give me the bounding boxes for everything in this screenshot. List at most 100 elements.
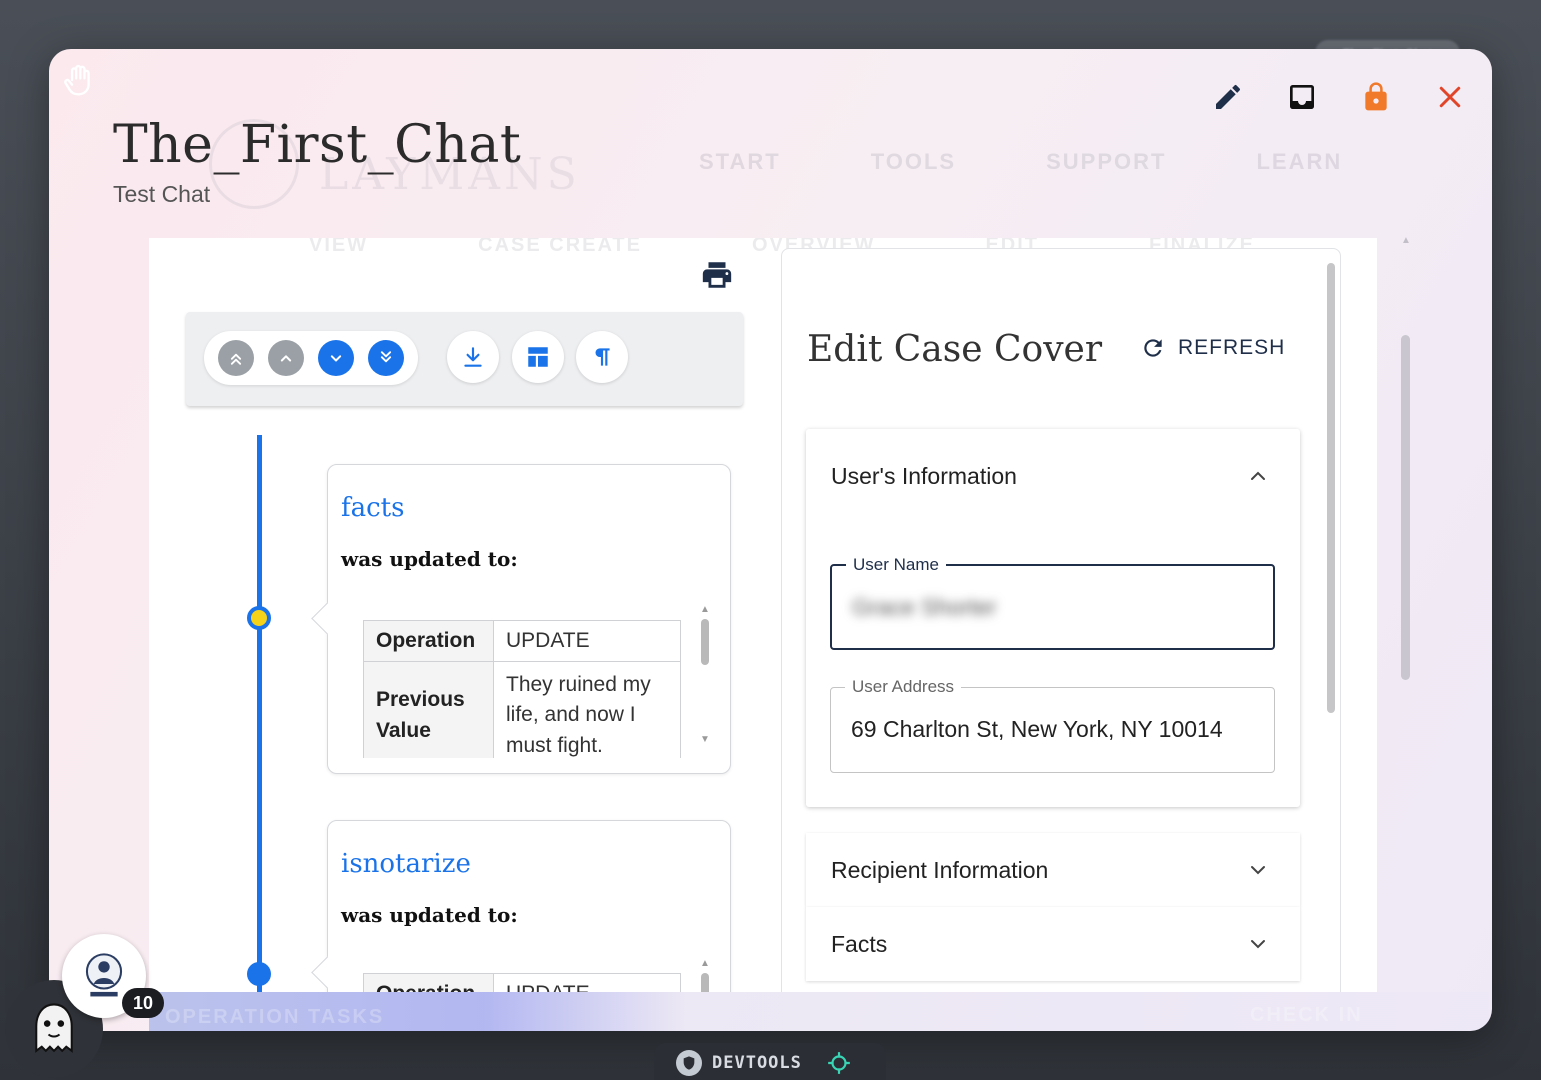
edit-case-cover-panel: Edit Case Cover REFRESH User's Informati…	[781, 248, 1341, 992]
layout-icon	[528, 347, 548, 367]
navigation-pill	[204, 331, 418, 385]
devtools-button[interactable]: DEVTOOLS	[654, 1043, 886, 1080]
table-row: Operation UPDATE	[363, 620, 681, 662]
inbox-icon	[1290, 85, 1314, 109]
scrollbar-thumb[interactable]	[1327, 263, 1335, 713]
jump-last-button[interactable]	[368, 340, 404, 376]
background-nav-item: START	[699, 149, 781, 174]
pilcrow-icon	[595, 348, 610, 366]
card-field-name: isnotarize	[341, 849, 471, 879]
card-table-viewport: Operation UPDATE	[363, 973, 681, 992]
timeline-card: isnotarize was updated to: Operation UPD…	[327, 820, 731, 992]
table-value: UPDATE	[493, 620, 681, 662]
field-label: User Address	[845, 677, 962, 697]
print-icon[interactable]	[699, 258, 735, 292]
scrollbar-thumb[interactable]	[701, 973, 709, 992]
scroll-up-icon[interactable]: ▲	[700, 959, 710, 969]
users-information-section: User's Information User Name Grace Short…	[806, 429, 1300, 807]
chevron-down-icon	[330, 355, 342, 362]
previous-button[interactable]	[268, 340, 304, 376]
background-tab-item: CASE CREATE	[478, 238, 642, 256]
shield-icon	[676, 1050, 702, 1076]
refresh-button[interactable]: REFRESH	[1140, 335, 1285, 361]
background-nav-item: TOOLS	[870, 149, 957, 174]
background-nav-item: LEARN	[1256, 149, 1343, 174]
scrollbar-thumb[interactable]	[701, 619, 709, 665]
close-button[interactable]	[1432, 79, 1468, 115]
table-value: UPDATE	[493, 973, 681, 992]
chevron-down-icon[interactable]	[1246, 858, 1270, 882]
scrollbar-thumb[interactable]	[1401, 335, 1410, 680]
double-chevron-down-icon	[380, 351, 392, 363]
timeline-node[interactable]	[247, 962, 271, 986]
lock-button[interactable]	[1358, 79, 1394, 115]
chat-modal: LAYMANS START TOOLS SUPPORT LEARN The_Fi…	[49, 49, 1492, 1031]
background-operation-tasks: OPERATION TASKS	[165, 1006, 385, 1028]
chevron-up-icon[interactable]	[1246, 464, 1270, 488]
refresh-icon	[1144, 339, 1162, 357]
scroll-down-icon[interactable]: ▼	[700, 735, 710, 745]
chevron-up-icon	[280, 355, 292, 362]
field-label: User Name	[846, 555, 946, 575]
card-scrollbar[interactable]: ▲	[700, 959, 710, 992]
jump-first-button[interactable]	[218, 340, 254, 376]
card-scrollbar[interactable]: ▲ ▼	[700, 605, 710, 755]
notification-count-badge: 10	[122, 988, 164, 1018]
section-header: Recipient Information	[831, 857, 1049, 883]
table-key: Previous Value	[363, 660, 494, 758]
table-row: Previous Value They ruined my life, and …	[363, 660, 681, 758]
refresh-label: REFRESH	[1178, 336, 1286, 359]
chevron-down-icon[interactable]	[1246, 932, 1270, 956]
user-name-field[interactable]: User Name Grace Shorter	[830, 555, 1275, 650]
timeline-card: facts was updated to: Operation UPDATE P…	[327, 464, 731, 774]
section-header: Facts	[831, 931, 888, 957]
card-table-viewport: Operation UPDATE Previous Value They rui…	[363, 620, 681, 758]
table-value: They ruined my life, and now I must figh…	[493, 660, 681, 758]
card-updated-text: was updated to:	[341, 547, 518, 571]
change-table: Operation UPDATE Previous Value They rui…	[363, 620, 681, 758]
user-address-value: 69 Charlton St, New York, NY 10014	[851, 716, 1223, 742]
background-tab-item: VIEW	[309, 238, 369, 256]
download-button[interactable]	[447, 331, 499, 383]
chat-title: The_First_Chat	[113, 115, 522, 175]
double-chevron-up-icon	[230, 353, 242, 365]
modal-actions	[1210, 79, 1468, 115]
chat-content: VIEW CASE CREATE OVERVIEW EDIT FINALIZE	[149, 238, 1377, 992]
user-address-field[interactable]: User Address 69 Charlton St, New York, N…	[830, 677, 1275, 773]
inbox-button[interactable]	[1284, 79, 1320, 115]
facts-section[interactable]: Facts	[806, 907, 1300, 981]
lock-icon	[1365, 82, 1387, 111]
laymans-logo-icon	[85, 953, 123, 997]
card-updated-text: was updated to:	[341, 903, 518, 927]
pencil-icon	[1216, 84, 1241, 109]
download-icon	[464, 347, 482, 367]
table-key: Operation	[363, 973, 494, 992]
table-row: Operation UPDATE	[363, 973, 681, 992]
table-key: Operation	[363, 620, 494, 662]
hand-icon[interactable]	[61, 61, 99, 99]
change-table: Operation UPDATE	[363, 973, 681, 992]
modal-scrollbar[interactable]: ▲	[1401, 235, 1411, 995]
form-scrollbar[interactable]	[1326, 255, 1336, 755]
edit-button[interactable]	[1210, 79, 1246, 115]
chat-subtitle: Test Chat	[113, 181, 211, 207]
timeline-toolbar	[186, 312, 743, 406]
recipient-information-section[interactable]: Recipient Information	[806, 833, 1300, 907]
crosshair-icon	[828, 1052, 850, 1074]
scroll-up-icon[interactable]: ▲	[700, 605, 710, 615]
background-nav-item: SUPPORT	[1046, 149, 1167, 174]
scroll-up-icon[interactable]: ▲	[1401, 235, 1411, 246]
paragraph-button[interactable]	[576, 331, 628, 383]
next-button[interactable]	[318, 340, 354, 376]
devtools-label: DEVTOOLS	[712, 1053, 802, 1073]
timeline-node[interactable]	[247, 606, 271, 630]
close-icon	[1439, 86, 1461, 108]
user-name-value: Grace Shorter	[852, 594, 997, 620]
section-header[interactable]: User's Information	[831, 463, 1017, 490]
timeline-line	[257, 435, 262, 992]
background-nav: START TOOLS SUPPORT LEARN	[699, 149, 1342, 175]
card-field-name: facts	[341, 493, 405, 523]
layout-button[interactable]	[512, 331, 564, 383]
background-check-in: CHECK IN	[1250, 1004, 1363, 1026]
ghost-mascot-icon	[35, 1003, 73, 1053]
